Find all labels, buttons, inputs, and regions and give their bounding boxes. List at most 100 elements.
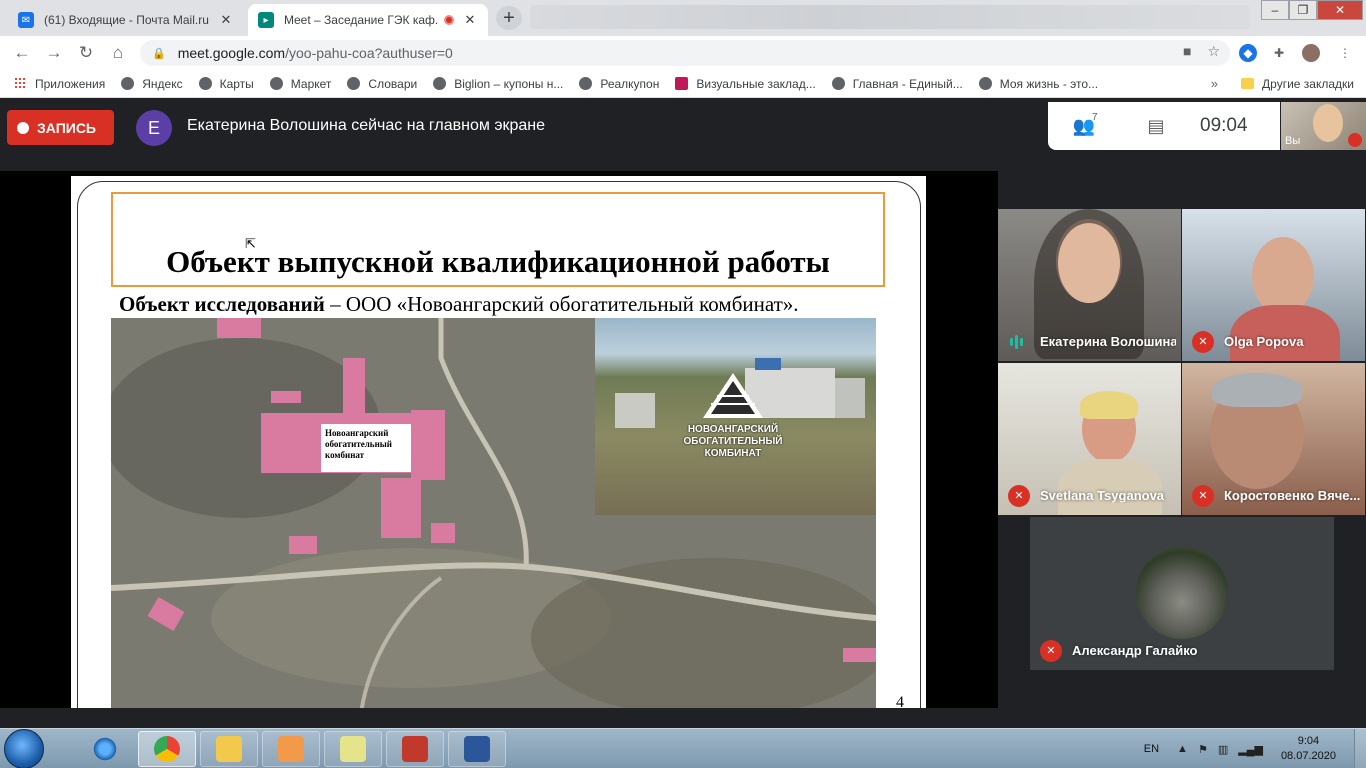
minimize-window-button[interactable]: – [1261,0,1289,20]
language-indicator[interactable]: EN [1144,743,1159,755]
media-player-icon [278,736,304,762]
network-icon[interactable]: ▥ [1218,743,1228,756]
word-icon [464,736,490,762]
start-button[interactable] [4,729,44,768]
menu-icon[interactable]: ⋮ [1336,44,1354,62]
logo-line-3: КОМБИНАТ [704,448,762,459]
slide-page-number: 4 [896,694,904,708]
participant-name: Коростовенко Вяче... [1224,488,1360,503]
bookmark-market[interactable]: Маркет [269,77,331,91]
recording-button[interactable]: ЗАПИСЬ [7,110,114,145]
participant-tile[interactable]: ✕ Александр Галайко [1030,517,1334,670]
taskbar-media[interactable] [262,731,320,767]
show-desktop-button[interactable] [1354,729,1366,768]
participant-name: Olga Popova [1224,334,1304,349]
back-icon[interactable]: ← [6,43,38,63]
participant-tile[interactable]: Екатерина Волошина [998,209,1181,361]
participant-name: Екатерина Волошина [1040,334,1176,349]
participant-face [1252,237,1314,315]
meeting-controls: 👥 7 ▤ 09:04 [1048,102,1280,150]
self-video-tile[interactable]: Вы [1281,102,1366,150]
bookmark-label: Biglion – купоны н... [454,76,564,91]
action-center-icon[interactable]: ⚑ [1198,743,1208,756]
tray-expand-icon[interactable]: ▲ [1177,743,1188,756]
bookmark-yandex[interactable]: Яндекс [121,77,183,91]
url-path: /yoo-pahu-coa?authuser=0 [285,45,453,61]
taskbar-ie[interactable] [76,731,134,767]
participant-hair [1212,373,1302,407]
address-bar[interactable]: 🔒 meet.google.com/yoo-pahu-coa?authuser=… [140,40,1230,66]
tab-meet[interactable]: ▸ Meet – Заседание ГЭК каф. ✕ [248,4,488,36]
bookmark-visual[interactable]: Визуальные заклад... [675,76,816,91]
participant-hair [1080,391,1138,419]
browser-tab-strip: ✉ (61) Входящие - Почта Mail.ru ✕ ▸ Meet… [0,0,1366,36]
presentation-slide: Объект выпускной квалификационной работы… [71,176,926,708]
camera-icon[interactable]: ■ [1183,43,1191,60]
bookmark-main[interactable]: Главная - Единый... [831,77,963,91]
close-tab-icon[interactable]: ✕ [218,12,234,28]
participant-face [1058,223,1120,303]
bookmark-apps[interactable]: Приложения [0,77,105,91]
participant-avatar [1136,547,1228,639]
record-dot-icon [17,121,29,134]
grid-icon [675,77,689,90]
system-clock[interactable]: 9:04 08.07.2020 [1281,734,1336,764]
recording-label: ЗАПИСЬ [37,119,96,136]
bookmark-label: Карты [219,76,254,91]
maximize-window-button[interactable]: ❐ [1289,0,1317,20]
self-label: Вы [1285,135,1301,147]
taskbar-word[interactable] [448,731,506,767]
chat-button[interactable]: ▤ [1120,116,1192,137]
participants-count: 7 [1092,111,1098,123]
taskbar-acrobat[interactable] [386,731,444,767]
map-label: Новоангарский обогатительный комбинат [321,424,411,472]
bookmark-realkupon[interactable]: Реалкупон [579,77,659,91]
bookmark-label: Моя жизнь - это... [999,76,1099,91]
taskbar-notes[interactable] [324,731,382,767]
extension-icon[interactable]: ◆ [1239,44,1257,62]
slide-title: Объект выпускной квалификационной работы [166,244,830,279]
tab-title: Meet – Заседание ГЭК каф. [284,13,439,27]
folder-icon [216,736,242,762]
forward-icon[interactable]: → [38,43,70,63]
muted-mic-icon [1348,133,1362,147]
plant-photo-inset: НОВОАНГАРСКИЙ ОБОГАТИТЕЛЬНЫЙ КОМБИНАТ [595,318,876,515]
profile-avatar[interactable] [1302,44,1320,62]
home-icon[interactable]: ⌂ [102,43,134,63]
extensions-puzzle-icon[interactable]: ✚ [1270,44,1288,62]
folder-icon [1241,78,1255,89]
tab-mail[interactable]: ✉ (61) Входящие - Почта Mail.ru ✕ [8,4,244,36]
participant-body [1058,459,1162,515]
muted-mic-icon: ✕ [1008,485,1030,507]
company-logo-text: НОВОАНГАРСКИЙ ОБОГАТИТЕЛЬНЫЙ КОМБИНАТ [671,424,795,460]
bookmark-biglion[interactable]: Biglion – купоны н... [433,77,563,91]
participants-button[interactable]: 👥 7 [1048,112,1120,137]
signal-icon[interactable]: ▂▄▆ [1238,743,1263,756]
bookmark-maps[interactable]: Карты [198,76,254,91]
participant-tile[interactable]: ✕ Коростовенко Вяче... [1182,363,1365,515]
system-tray: EN ▲ ⚑ ▥ ▂▄▆ 9:04 08.07.2020 [1144,729,1366,768]
taskbar-explorer[interactable] [200,731,258,767]
globe-icon [433,77,447,90]
bookmark-mylife[interactable]: Моя жизнь - это... [978,76,1099,91]
participant-tile[interactable]: ✕ Svetlana Tsyganova [998,363,1181,515]
muted-mic-icon: ✕ [1192,485,1214,507]
bookmark-label: Визуальные заклад... [696,76,816,91]
bookmark-dictionaries[interactable]: Словари [347,77,417,91]
meet-favicon-icon: ▸ [258,12,274,28]
other-bookmarks-button[interactable]: Другие закладки [1241,77,1354,91]
bookmark-star-icon[interactable]: ☆ [1207,43,1220,60]
new-tab-button[interactable]: + [496,6,522,30]
close-tab-icon[interactable]: ✕ [462,12,478,28]
logo-line-1: НОВОАНГАРСКИЙ [687,424,779,435]
self-face [1313,104,1343,142]
bookmarks-more-button[interactable]: » [1211,76,1218,91]
presentation-stage: Объект выпускной квалификационной работы… [0,171,998,708]
subtitle-rest: – ООО «Новоангарский обогатительный комб… [324,292,799,316]
reload-icon[interactable]: ↻ [70,43,102,63]
participant-tile[interactable]: ✕ Olga Popova [1182,209,1365,361]
close-window-button[interactable]: ✕ [1317,0,1363,20]
window-title-area [530,5,1250,29]
taskbar-chrome[interactable] [138,731,196,767]
mouse-cursor-icon: ⇱ [245,236,256,251]
